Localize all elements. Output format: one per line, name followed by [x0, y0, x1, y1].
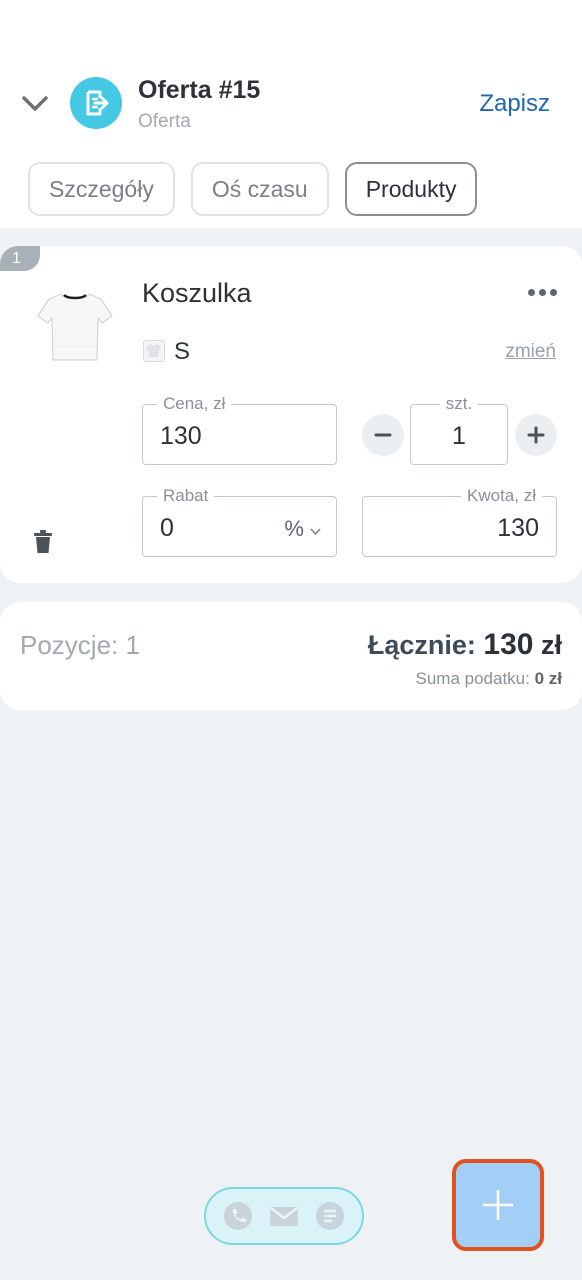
more-options-icon[interactable] — [528, 284, 560, 300]
position-badge: 1 — [0, 246, 40, 271]
price-field[interactable]: Cena, zł 130 — [142, 394, 337, 465]
product-name: Koszulka — [142, 278, 252, 308]
amount-field[interactable]: Kwota, zł 130 — [362, 486, 557, 557]
amount-value[interactable]: 130 — [497, 514, 539, 543]
tax-value: 0 zł — [534, 669, 562, 688]
page-title: Oferta #15 — [138, 76, 261, 104]
minus-icon — [374, 433, 392, 437]
total-amount: Łącznie: 130 zł — [368, 628, 562, 662]
variant-thumbnail-icon — [143, 340, 165, 362]
tax-label: Suma podatku: — [415, 669, 530, 688]
quantity-value[interactable]: 1 — [411, 422, 507, 451]
page-subtitle: Oferta — [138, 111, 191, 132]
document-icon — [70, 77, 122, 129]
chat-icon[interactable] — [314, 1200, 346, 1232]
add-product-button[interactable] — [452, 1159, 544, 1251]
total-value: 130 — [483, 628, 534, 661]
save-button[interactable]: Zapisz — [479, 90, 550, 118]
positions-count: Pozycje: 1 — [20, 630, 140, 660]
amount-label: Kwota, zł — [461, 486, 542, 506]
tab-products[interactable]: Produkty — [344, 162, 478, 216]
tab-timeline[interactable]: Oś czasu — [190, 162, 329, 216]
quantity-field[interactable]: szt. 1 — [410, 394, 508, 465]
increase-quantity-button[interactable] — [515, 414, 557, 456]
discount-unit-select[interactable]: % — [284, 516, 321, 542]
discount-unit: % — [284, 516, 304, 541]
discount-field[interactable]: Rabat 0 % — [142, 486, 337, 557]
tax-sum: Suma podatku: 0 zł — [416, 669, 563, 689]
header: Oferta #15 Oferta Zapisz Szczegóły Oś cz… — [0, 0, 582, 228]
communication-bar — [204, 1187, 364, 1245]
price-value[interactable]: 130 — [160, 422, 202, 451]
chevron-down-icon — [310, 528, 321, 536]
change-variant-link[interactable]: zmień — [505, 341, 556, 363]
quantity-label: szt. — [439, 394, 479, 414]
trash-icon[interactable] — [33, 530, 53, 554]
total-label: Łącznie: — [367, 630, 476, 660]
product-variant: S — [174, 338, 191, 365]
chevron-down-icon[interactable] — [20, 92, 50, 116]
product-card: 1 Koszulka S zmień Cena, zł 130 szt. 1 R… — [0, 246, 582, 583]
price-label: Cena, zł — [157, 394, 232, 414]
mail-icon[interactable] — [268, 1200, 300, 1232]
tab-bar: Szczegóły Oś czasu Produkty — [28, 162, 478, 216]
discount-value[interactable]: 0 — [160, 514, 174, 543]
plus-icon — [527, 426, 545, 444]
summary-card: Pozycje: 1 Łącznie: 130 zł Suma podatku:… — [0, 602, 582, 710]
plus-icon — [483, 1190, 513, 1220]
discount-label: Rabat — [157, 486, 215, 506]
tab-details[interactable]: Szczegóły — [28, 162, 175, 216]
total-currency: zł — [540, 630, 562, 660]
product-image — [34, 286, 116, 366]
decrease-quantity-button[interactable] — [362, 414, 404, 456]
phone-icon[interactable] — [222, 1200, 254, 1232]
